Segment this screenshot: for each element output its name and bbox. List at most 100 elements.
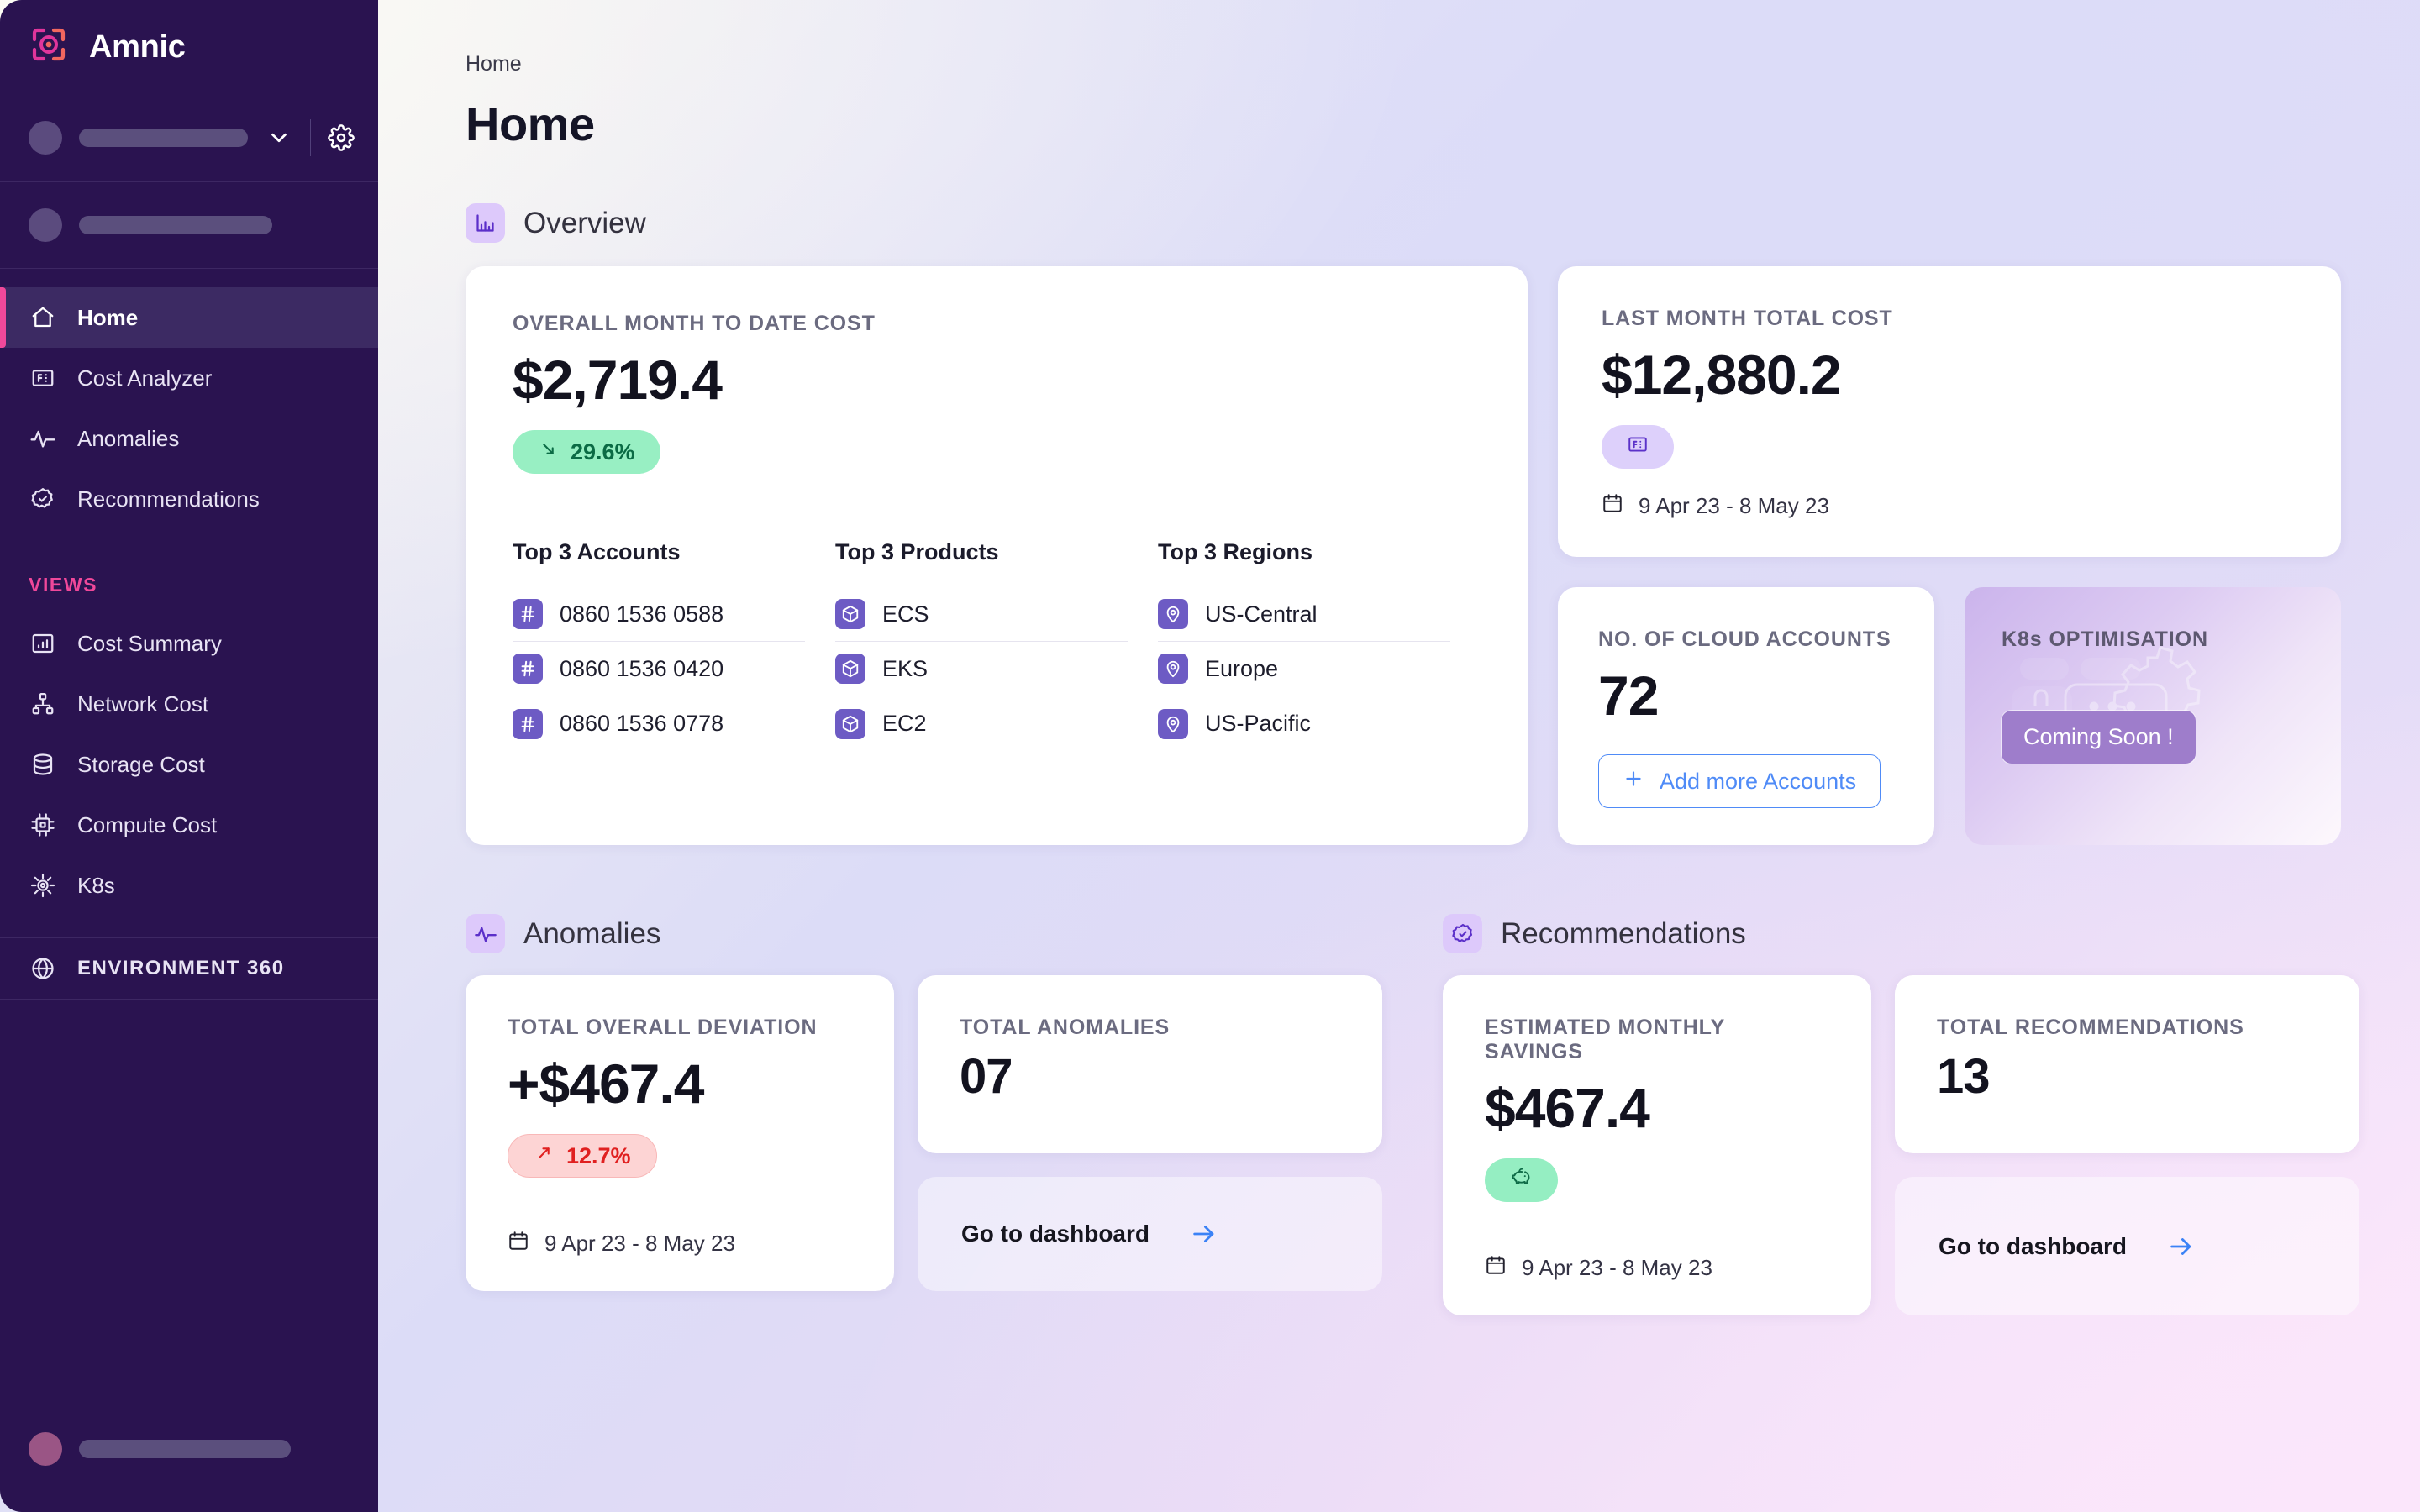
list-item-label: EC2 — [882, 711, 927, 736]
list-item[interactable]: US-Central — [1158, 587, 1450, 642]
org-avatar — [29, 121, 62, 155]
sidebar-item-storage-cost[interactable]: Storage Cost — [0, 734, 378, 795]
cloud-accounts-card: NO. OF CLOUD ACCOUNTS 72 Add more Accoun… — [1558, 587, 1935, 845]
environment-section: ENVIRONMENT 360 — [0, 937, 378, 1000]
arrow-right-icon — [1190, 1220, 1218, 1248]
list-item-label: US-Central — [1205, 601, 1318, 627]
coming-soon-badge: Coming Soon ! — [2002, 711, 2196, 764]
card-value: 72 — [1598, 664, 1659, 727]
recommendations-section: Recommendations ESTIMATED MONTHLY SAVING… — [1443, 862, 2360, 1315]
sidebar-item-network-cost[interactable]: Network Cost — [0, 674, 378, 734]
cube-icon — [835, 708, 865, 739]
overview-section-header: Overview — [466, 203, 2360, 243]
month-to-date-card: OVERALL MONTH TO DATE COST $2,719.4 29.6… — [466, 266, 1528, 845]
delta-value: 29.6% — [571, 438, 635, 465]
recommendations-section-header: Recommendations — [1443, 914, 2360, 953]
sidebar-section-views: VIEWS — [29, 574, 98, 596]
column-heading: Top 3 Accounts — [513, 539, 681, 564]
date-range-row: 9 Apr 23 - 8 May 23 — [508, 1230, 852, 1257]
map-pin-icon — [1158, 599, 1188, 629]
divider — [310, 119, 311, 156]
recommendations-go-to-dashboard-link[interactable]: Go to dashboard — [1895, 1177, 2360, 1315]
hash-icon — [513, 654, 543, 684]
link-label: Go to dashboard — [1939, 1232, 2127, 1259]
cost-analyzer-icon — [29, 364, 57, 392]
top-regions-column: Top 3 Regions US-Central Europe US-Pacif… — [1158, 539, 1481, 751]
list-item[interactable]: EC2 — [835, 696, 1128, 751]
delta-badge: 12.7% — [508, 1134, 657, 1178]
network-icon — [29, 690, 57, 718]
page-title: Home — [466, 97, 595, 150]
card-label: TOTAL RECOMMENDATIONS — [1937, 1016, 2244, 1039]
last-month-cost-card: LAST MONTH TOTAL COST $12,880.2 9 Apr 23… — [1558, 266, 2341, 557]
date-range-row: 9 Apr 23 - 8 May 23 — [1602, 492, 2297, 520]
sidebar-item-label: Cost Analyzer — [77, 365, 213, 391]
breadcrumb[interactable]: Home — [466, 52, 2360, 76]
recommendations-side-column: TOTAL RECOMMENDATIONS 13 Go to dashboard — [1895, 975, 2360, 1315]
list-item-label: US-Pacific — [1205, 711, 1312, 736]
section-title: Anomalies — [523, 916, 661, 950]
sidebar-item-anomalies[interactable]: Anomalies — [0, 408, 378, 469]
column-heading: Top 3 Regions — [1158, 539, 1313, 564]
home-icon — [29, 303, 57, 332]
link-label: Go to dashboard — [961, 1221, 1150, 1247]
sidebar-item-label: Home — [77, 304, 139, 330]
sidebar-item-home[interactable]: Home — [0, 287, 378, 348]
add-more-accounts-button[interactable]: Add more Accounts — [1598, 754, 1881, 808]
sidebar-item-recommendations[interactable]: Recommendations — [0, 469, 378, 529]
user-name-placeholder — [79, 1440, 291, 1458]
list-item[interactable]: EKS — [835, 642, 1128, 696]
date-range-row: 9 Apr 23 - 8 May 23 — [1485, 1254, 1829, 1282]
map-pin-icon — [1158, 654, 1188, 684]
list-item[interactable]: US-Pacific — [1158, 696, 1450, 751]
card-value: $467.4 — [1485, 1077, 1650, 1139]
list-item[interactable]: ECS — [835, 587, 1128, 642]
overview-right-column: LAST MONTH TOTAL COST $12,880.2 9 Apr 23… — [1558, 266, 2341, 845]
list-item[interactable]: Europe — [1158, 642, 1450, 696]
card-label: K8s OPTIMISATION — [2002, 627, 2208, 651]
card-label: NO. OF CLOUD ACCOUNTS — [1598, 627, 1891, 651]
cube-icon — [835, 599, 865, 629]
sidebar-item-label: Cost Summary — [77, 630, 222, 656]
date-range: 9 Apr 23 - 8 May 23 — [544, 1231, 735, 1256]
sidebar-item-environment-360[interactable]: ENVIRONMENT 360 — [0, 938, 378, 999]
list-item-label: EKS — [882, 655, 929, 681]
app-root: Amnic Home Cost Analyzer Anomalies Recom… — [0, 0, 2420, 1512]
list-item[interactable]: 0860 1536 0588 — [513, 587, 805, 642]
overview-right-bottom: NO. OF CLOUD ACCOUNTS 72 Add more Accoun… — [1558, 587, 2341, 845]
list-item-label: Europe — [1205, 655, 1279, 681]
plus-icon — [1623, 768, 1644, 795]
sidebar-item-compute-cost[interactable]: Compute Cost — [0, 795, 378, 855]
org-switcher[interactable] — [0, 94, 378, 181]
calendar-icon — [508, 1230, 529, 1257]
anomalies-section-header: Anomalies — [466, 914, 1382, 953]
org-name-placeholder — [79, 129, 248, 147]
brand[interactable]: Amnic — [0, 0, 378, 94]
card-label: OVERALL MONTH TO DATE COST — [513, 312, 876, 335]
piggy-bank-icon — [1510, 1166, 1533, 1194]
bar-chart-icon — [29, 629, 57, 658]
account-switcher[interactable] — [0, 181, 378, 269]
list-item-label: 0860 1536 0588 — [560, 601, 724, 627]
cpu-icon — [29, 811, 57, 839]
k8s-optimisation-card: K8s OPTIMISATION Coming Soon ! — [1965, 587, 2341, 845]
kubernetes-helm-icon — [29, 871, 57, 900]
list-item[interactable]: 0860 1536 0778 — [513, 696, 805, 751]
chevron-down-icon[interactable] — [265, 125, 293, 150]
top-lists: Top 3 Accounts 0860 1536 0588 0860 1536 … — [513, 539, 1481, 751]
sidebar-item-k8s[interactable]: K8s — [0, 855, 378, 916]
anomalies-section: Anomalies TOTAL OVERALL DEVIATION +$467.… — [466, 862, 1382, 1315]
top-products-column: Top 3 Products ECS EKS EC2 — [835, 539, 1158, 751]
sidebar-item-cost-summary[interactable]: Cost Summary — [0, 613, 378, 674]
list-item-label: 0860 1536 0778 — [560, 711, 724, 736]
globe-icon — [29, 954, 57, 983]
anomalies-go-to-dashboard-link[interactable]: Go to dashboard — [918, 1177, 1382, 1291]
sidebar-item-cost-analyzer[interactable]: Cost Analyzer — [0, 348, 378, 408]
gear-icon[interactable] — [328, 124, 355, 151]
sidebar-item-label: Anomalies — [77, 425, 180, 451]
user-profile[interactable] — [0, 1386, 378, 1512]
calendar-icon — [1485, 1254, 1507, 1282]
list-item[interactable]: 0860 1536 0420 — [513, 642, 805, 696]
arrow-right-icon — [2167, 1232, 2196, 1261]
anomalies-side-column: TOTAL ANOMALIES 07 Go to dashboard — [918, 975, 1382, 1291]
